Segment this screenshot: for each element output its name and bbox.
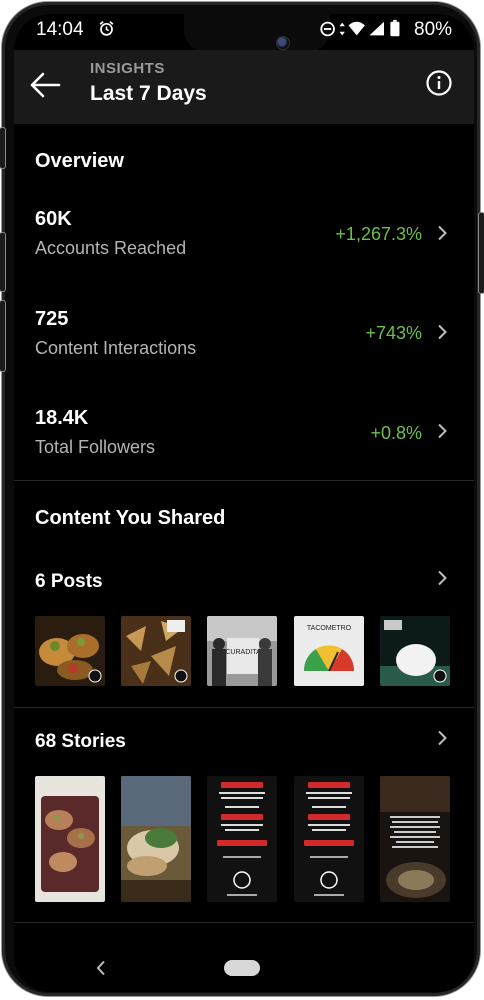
system-nav-bar <box>14 944 474 992</box>
content-shared-title: Content You Shared <box>35 507 226 529</box>
post-thumbnail-2[interactable] <box>121 616 191 686</box>
story-thumbnail-3[interactable] <box>207 776 277 902</box>
section-divider <box>14 480 474 481</box>
data-arrows-icon <box>339 22 345 36</box>
metric-label: Total Followers <box>35 437 156 457</box>
story-thumbnail-2[interactable] <box>121 776 191 902</box>
metric-value: 725 <box>35 308 69 330</box>
status-icons <box>320 19 400 37</box>
right-side-button <box>478 212 484 294</box>
status-time: 14:04 <box>36 19 84 40</box>
story-thumbnail-4[interactable] <box>294 776 364 902</box>
story-thumbnail-5[interactable] <box>380 776 450 902</box>
chevron-left-icon[interactable] <box>96 960 106 976</box>
page-title: Last 7 Days <box>90 82 207 105</box>
post-thumbnail-3[interactable]: CURADITA <box>207 616 277 686</box>
volume-up-button <box>0 127 6 169</box>
chevron-right-icon[interactable] <box>437 730 447 746</box>
chevron-right-icon <box>438 324 447 340</box>
volume-down-button <box>0 232 6 292</box>
metric-change: +743% <box>365 323 422 343</box>
metric-value: 18.4K <box>35 407 89 429</box>
metric-change: +1,267.3% <box>335 224 422 244</box>
post-thumbnail-5[interactable] <box>380 616 450 686</box>
status-bar: 14:04 80% <box>14 14 474 52</box>
post-thumbnail-4[interactable]: TACOMETRO <box>294 616 364 686</box>
header-subtitle: INSIGHTS <box>90 60 165 77</box>
screen: 14:04 80% INSIGHTS Last 7 Days Overview … <box>14 14 474 992</box>
stories-label[interactable]: 68 Stories <box>35 731 126 753</box>
arrow-left-icon[interactable] <box>28 70 62 100</box>
svg-text:TACOMETRO: TACOMETRO <box>307 625 352 632</box>
front-camera <box>276 36 290 50</box>
chevron-right-icon <box>438 225 447 241</box>
metric-value: 60K <box>35 208 72 230</box>
posts-label[interactable]: 6 Posts <box>35 571 103 593</box>
battery-percentage: 80% <box>414 19 453 40</box>
phone-frame: 14:04 80% INSIGHTS Last 7 Days Overview … <box>0 2 484 996</box>
wifi-icon <box>348 21 365 36</box>
svg-text:CURADITA: CURADITA <box>225 649 261 656</box>
home-pill-icon[interactable] <box>224 960 260 976</box>
power-side-button <box>0 300 6 372</box>
info-icon[interactable] <box>426 70 452 96</box>
chevron-right-icon <box>438 423 447 439</box>
metric-label: Content Interactions <box>35 338 197 358</box>
signal-icon <box>369 21 384 36</box>
section-divider <box>14 707 474 708</box>
minus-circle-icon <box>320 21 335 37</box>
metric-change: +0.8% <box>370 423 422 443</box>
metric-label: Accounts Reached <box>35 238 187 258</box>
battery-icon <box>390 19 400 37</box>
overview-title: Overview <box>35 150 124 172</box>
alarm-clock-icon <box>99 21 114 36</box>
story-thumbnail-1[interactable] <box>35 776 105 902</box>
chevron-right-icon[interactable] <box>437 570 447 586</box>
section-divider <box>14 922 474 923</box>
app-header: INSIGHTS Last 7 Days <box>14 50 474 124</box>
post-thumbnail-1[interactable] <box>35 616 105 686</box>
